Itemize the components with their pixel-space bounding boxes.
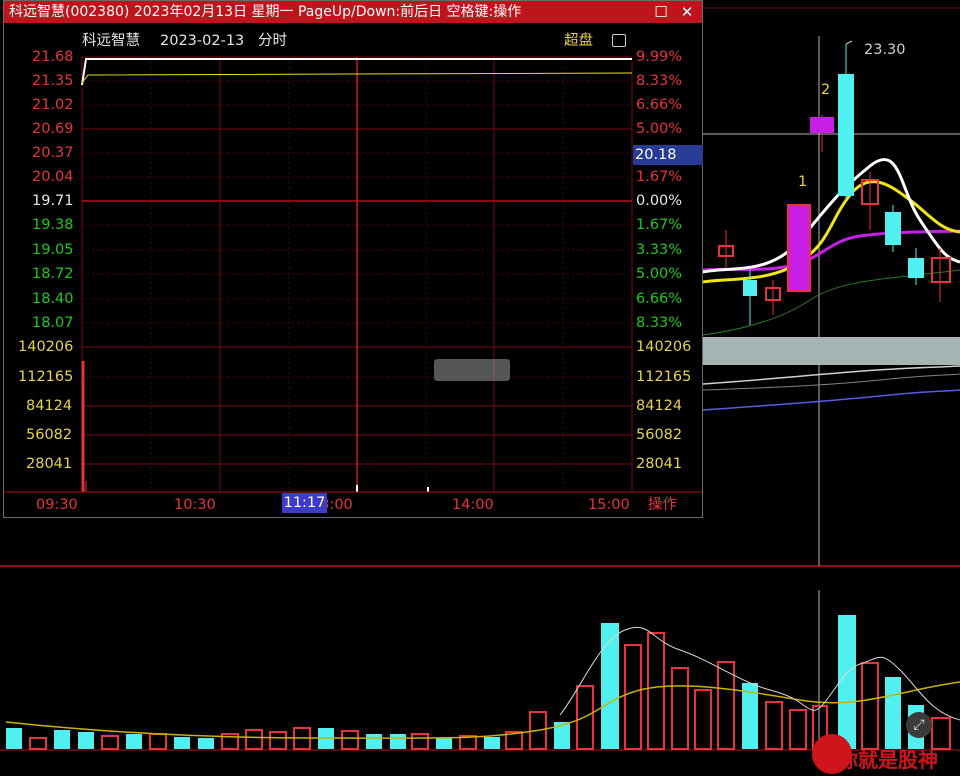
percent-tick: 3.33% <box>636 242 683 258</box>
volume-tick: 112165 <box>18 369 74 385</box>
volume-tick: 84124 <box>636 398 683 414</box>
volume-tick: 140206 <box>636 339 692 355</box>
volume-tick: 84124 <box>26 398 73 414</box>
time-tick: 14:00 <box>452 497 494 513</box>
volume-tick: 28041 <box>636 456 683 472</box>
kline-candles <box>718 44 951 325</box>
percent-tick: 6.66% <box>636 97 683 113</box>
price-tick: 21.35 <box>32 73 74 89</box>
percent-tick: 5.00% <box>636 266 683 282</box>
intraday-popup-window: 科远智慧(002380) 2023年02月13日 星期一 PageUp/Down… <box>3 0 703 518</box>
price-tick: 20.69 <box>32 121 74 137</box>
volume-tick: 112165 <box>636 369 692 385</box>
price-tick: 21.02 <box>32 97 74 113</box>
time-tick: 09:30 <box>36 497 78 513</box>
current-price-tag: 20.18 <box>633 145 703 165</box>
price-tick: 19.38 <box>32 217 74 233</box>
price-tick: 18.40 <box>32 291 74 307</box>
time-tick: 10:30 <box>174 497 216 513</box>
price-tick: 20.37 <box>32 145 74 161</box>
subheader-stock-name: 科远智慧 <box>82 33 140 49</box>
price-tick: 19.05 <box>32 242 74 258</box>
price-tick: 20.04 <box>32 169 74 185</box>
time-cursor-label: 11:17 <box>282 493 327 513</box>
percent-tick: 8.33% <box>636 73 683 89</box>
watermark-logo: 你就是股神 <box>812 732 960 776</box>
time-tick: 15:00 <box>588 497 630 513</box>
kline-signal-2: 2 <box>821 82 831 98</box>
price-tick: 18.07 <box>32 315 74 331</box>
percent-tick: 1.67% <box>636 217 683 233</box>
percent-tick: 6.66% <box>636 291 683 307</box>
toggle-icon[interactable] <box>612 34 626 47</box>
subheader-date: 2023-02-13 <box>160 33 245 49</box>
intraday-chart <box>4 56 702 493</box>
percent-tick: 9.99% <box>636 49 683 65</box>
percent-tick: 8.33% <box>636 315 683 331</box>
kline-high-label: 23.30 <box>864 42 906 58</box>
volume-tick: 56082 <box>636 427 683 443</box>
subheader-mode: 分时 <box>258 33 287 49</box>
percent-tick: 1.67% <box>636 169 683 185</box>
volume-tick: 56082 <box>26 427 73 443</box>
kline-signal-1: 1 <box>798 174 808 190</box>
price-tick: 18.72 <box>32 266 74 282</box>
percent-tick: 5.00% <box>636 121 683 137</box>
volume-tick: 140206 <box>18 339 74 355</box>
price-tick: 19.71 <box>32 193 74 209</box>
percent-tick: 0.00% <box>636 193 683 209</box>
volume-bars <box>6 615 951 750</box>
ultra-chart-button[interactable]: 超盘 <box>564 33 593 49</box>
volume-tick: 28041 <box>26 456 73 472</box>
price-tick: 21.68 <box>32 49 74 65</box>
watermark-text: 你就是股神 <box>838 748 938 772</box>
operate-button[interactable]: 操作 <box>648 497 677 513</box>
